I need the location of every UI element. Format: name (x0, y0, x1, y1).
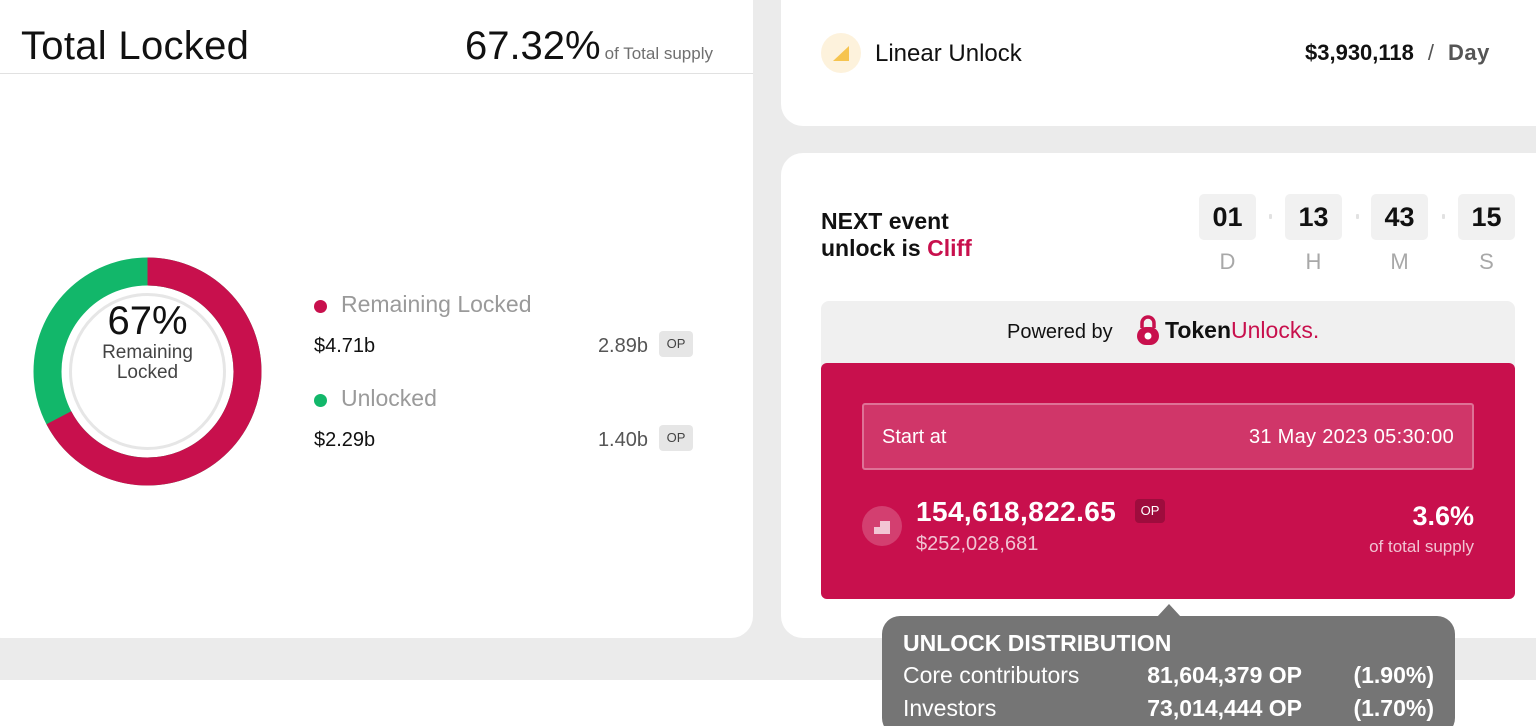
donut-caption-line2: Locked (116, 362, 179, 383)
tooltip-row-percent: (1.70%) (1353, 695, 1434, 721)
tokenunlocks-brand-link[interactable]: TokenUnlocks. (1165, 317, 1319, 344)
countdown-seconds-unit: S (1479, 249, 1494, 274)
next-event-type: Cliff (927, 235, 972, 261)
legend-token-amount: 2.89b (597, 335, 648, 357)
unlock-token-tag: OP (1135, 499, 1165, 523)
token-tag: OP (659, 331, 693, 357)
tooltip-row-name: Investors (903, 695, 997, 721)
total-locked-percent-suffix: of Total supply (604, 44, 713, 63)
unlock-distribution-tooltip: UNLOCK DISTRIBUTION Core contributors 81… (882, 616, 1455, 726)
total-locked-title: Total Locked (21, 24, 250, 68)
donut-caption: Remaining Locked (33, 343, 262, 383)
linear-unlock-rate: $3,930,118 / Day (1305, 40, 1490, 66)
countdown-minutes: 43 (1371, 194, 1428, 240)
donut-caption-line1: Remaining (102, 342, 193, 363)
total-locked-percent-value: 67.32% (464, 24, 601, 68)
powered-by-label: Powered by (1007, 321, 1113, 343)
powered-by-bar: Powered by TokenUnlocks. (821, 301, 1515, 371)
rate-separator: / (1427, 40, 1435, 65)
tokenunlocks-lock-icon (1137, 315, 1159, 345)
start-at-date: 31 May 2023 05:30:00 (1248, 426, 1454, 448)
countdown-minutes-unit: M (1390, 249, 1409, 274)
legend-label: Unlocked (341, 385, 437, 411)
rate-value: $3,930,118 (1305, 40, 1414, 65)
countdown-days: 01 (1199, 194, 1256, 240)
tooltip-title: UNLOCK DISTRIBUTION (903, 630, 1172, 656)
legend-usd-value: $4.71b (314, 335, 376, 357)
start-at-label: Start at (882, 426, 947, 448)
donut-center-label: 67% Remaining Locked (33, 257, 262, 486)
linear-unlock-icon (821, 33, 861, 73)
countdown-hours: 13 (1285, 194, 1342, 240)
countdown-separator (1356, 214, 1359, 219)
linear-unlock-card: Linear Unlock $3,930,118 / Day (781, 0, 1536, 126)
legend-dot-locked (314, 300, 327, 313)
donut-percent: 67% (107, 299, 188, 343)
total-locked-header: Total Locked 67.32% of Total supply (0, 0, 753, 74)
unlock-supply-label: of total supply (1369, 537, 1474, 556)
legend-label: Remaining Locked (341, 291, 532, 317)
legend-token-amount: 1.40b (597, 429, 648, 451)
next-event-prefix: unlock is (821, 235, 921, 261)
legend-usd-value: $2.29b (314, 429, 376, 451)
next-event-line1: NEXT event (821, 208, 949, 234)
unlock-token-amount: 154,618,822.65 (916, 496, 1117, 527)
total-locked-percent: 67.32% of Total supply (465, 24, 713, 69)
countdown-separator (1269, 214, 1272, 219)
tooltip-row-name: Core contributors (903, 662, 1080, 688)
countdown-separator (1442, 214, 1445, 219)
token-tag: OP (659, 425, 693, 451)
tooltip-row-percent: (1.90%) (1353, 662, 1434, 688)
tooltip-row-amount: 81,604,379 OP (1147, 662, 1302, 688)
unlock-supply-percent: 3.6% (1412, 501, 1474, 531)
brand-part2: Unlocks. (1231, 317, 1320, 343)
start-at-box: Start at 31 May 2023 05:30:00 (862, 403, 1474, 470)
next-event-line2: unlock is Cliff (821, 235, 972, 262)
unlock-event-panel[interactable]: Start at 31 May 2023 05:30:00 154,618,82… (821, 363, 1515, 599)
linear-unlock-label: Linear Unlock (875, 40, 1022, 67)
unlock-chart-icon (862, 506, 902, 546)
brand-part1: Token (1165, 317, 1232, 343)
next-event-heading: NEXT event unlock is Cliff (821, 208, 972, 262)
countdown-hours-unit: H (1305, 249, 1322, 274)
tooltip-row-amount: 73,014,444 OP (1147, 695, 1302, 721)
unlock-usd-value: $252,028,681 (916, 533, 1039, 555)
next-event-card: NEXT event unlock is Cliff 01 D 13 H 43 … (781, 153, 1536, 638)
countdown-days-unit: D (1219, 249, 1236, 274)
legend-dot-unlocked (314, 394, 327, 407)
countdown-seconds: 15 (1458, 194, 1515, 240)
rate-unit: Day (1448, 40, 1490, 65)
total-locked-card: Total Locked 67.32% of Total supply 67% R… (0, 0, 753, 638)
